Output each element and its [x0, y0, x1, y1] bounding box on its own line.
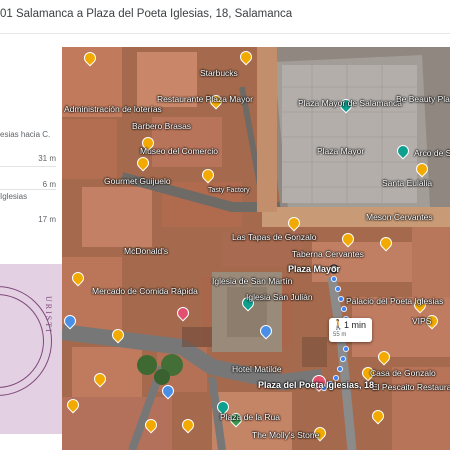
label-plaza-mayor-street[interactable]: Plaza Mayor	[288, 264, 341, 274]
label-taberna-cervantes[interactable]: Taberna Cervantes	[292, 250, 364, 259]
label-text: Plaza del Poeta Iglesias, 18	[258, 380, 375, 390]
label-text: Museo del Comercio	[140, 146, 218, 156]
label-text: Taberna Cervantes	[292, 249, 364, 259]
logo-text: URISTI	[44, 296, 53, 334]
label-administracion[interactable]: Administración de loterías	[64, 105, 162, 114]
route-duration: 1 min	[344, 320, 367, 330]
hotel-logo-card: URISTI	[0, 264, 62, 434]
label-text: Gourmet Guijuelo	[104, 176, 171, 186]
label-text: Barbero Brasas	[132, 121, 192, 131]
route-title: 01 Salamanca a Plaza del Poeta Iglesias,…	[0, 8, 293, 20]
label-text: Administración de loterías	[64, 104, 162, 114]
route-duration-callout[interactable]: 🚶 1 min 55 m	[329, 318, 372, 342]
label-text: Mercado de Comida Rápida	[92, 286, 198, 296]
label-destination[interactable]: Plaza del Poeta Iglesias, 18	[258, 380, 375, 390]
step-divider	[0, 166, 56, 167]
direction-step-distance: 31 m	[38, 154, 56, 163]
label-text: Starbucks	[200, 68, 238, 78]
label-vips[interactable]: VIPS	[412, 317, 431, 326]
label-text: Arco de S	[414, 148, 450, 158]
label-pescaito[interactable]: El Pescaito Restaurante	[372, 383, 450, 392]
direction-step[interactable]: Iglesias 17 m	[0, 192, 56, 224]
label-text: Tasty Factory	[208, 187, 250, 194]
label-text: Plaza de la Rua	[220, 412, 281, 422]
label-plaza-la-rua[interactable]: Plaza de la Rua	[220, 413, 280, 422]
label-mcdonalds[interactable]: McDonald's	[124, 247, 168, 256]
label-text: Hotel Matilde	[232, 364, 282, 374]
label-text: Plaza Mayor de Salamanca	[298, 98, 402, 108]
label-plaza-mayor[interactable]: Plaza Mayor	[317, 147, 364, 156]
label-plaza-mayor-salamanca[interactable]: Plaza Mayor de Salamanca	[298, 99, 402, 108]
label-barbero[interactable]: Barbero Brasas	[132, 122, 191, 131]
label-molly[interactable]: The Molly's Stone	[252, 431, 319, 440]
label-text: Meson Cervantes	[366, 212, 433, 222]
top-bar: 01 Salamanca a Plaza del Poeta Iglesias,…	[0, 0, 450, 34]
label-mercado[interactable]: Mercado de Comida Rápida	[92, 287, 198, 296]
label-gourmet[interactable]: Gourmet Guijuelo	[104, 177, 171, 186]
label-text: El Pescaito Restaurante	[372, 382, 450, 392]
label-text: The Molly's Stone	[252, 430, 320, 440]
label-arco[interactable]: Arco de S	[414, 149, 450, 158]
label-be-beauty[interactable]: Be Beauty Plaza de	[396, 95, 450, 104]
label-santa-eulalia[interactable]: Santa Eulalia	[382, 179, 432, 188]
direction-step-text: esias hacia C.	[0, 130, 51, 139]
label-starbucks[interactable]: Starbucks	[200, 69, 238, 78]
route-distance: 55 m	[333, 332, 347, 338]
label-meson-cervantes[interactable]: Meson Cervantes	[366, 213, 433, 222]
label-tapas-gonzalo[interactable]: Las Tapas de Gonzalo	[232, 233, 316, 242]
direction-step-distance: 17 m	[38, 215, 56, 224]
label-iglesia-san-martin[interactable]: Iglesia de San Martín	[212, 277, 292, 286]
label-text: Plaza Mayor	[317, 146, 365, 156]
label-iglesia-san-julian[interactable]: Iglesia San Julián	[246, 293, 313, 302]
directions-panel: esias hacia C. 31 m 6 m Iglesias 17 m UR…	[0, 34, 62, 450]
direction-step-text: Iglesias	[0, 192, 28, 201]
label-text: Palacio del Poeta Iglesias	[346, 296, 444, 306]
label-restaurante[interactable]: Restaurante Plaza Mayor	[157, 95, 253, 104]
direction-step-distance: 6 m	[42, 180, 56, 189]
label-museo[interactable]: Museo del Comercio	[140, 147, 218, 156]
label-casa-gonzalo[interactable]: Casa de Gonzalo	[370, 369, 436, 378]
label-text: Restaurante Plaza Mayor	[157, 94, 253, 104]
label-text: Be Beauty Plaza de	[396, 94, 450, 104]
label-text: McDonald's	[124, 246, 169, 256]
label-text: Plaza Mayor	[288, 264, 341, 274]
label-text: Iglesia de San Martín	[212, 276, 293, 286]
label-text: Santa Eulalia	[382, 178, 433, 188]
label-text: Iglesia San Julián	[246, 292, 313, 302]
label-palacio[interactable]: Palacio del Poeta Iglesias	[346, 297, 443, 306]
map-view[interactable]: 🚶 1 min 55 m Plaza Mayor de Salamanca Pl…	[62, 47, 450, 450]
label-hotel-matilde[interactable]: Hotel Matilde	[232, 365, 282, 374]
direction-step[interactable]: esias hacia C. 31 m	[0, 130, 56, 167]
label-text: VIPS	[412, 316, 432, 326]
walking-person-icon: 🚶	[332, 320, 345, 331]
step-divider	[0, 189, 56, 190]
label-text: Casa de Gonzalo	[370, 368, 436, 378]
label-tasty-factory[interactable]: Tasty Factory	[208, 187, 250, 194]
label-text: Las Tapas de Gonzalo	[232, 232, 317, 242]
